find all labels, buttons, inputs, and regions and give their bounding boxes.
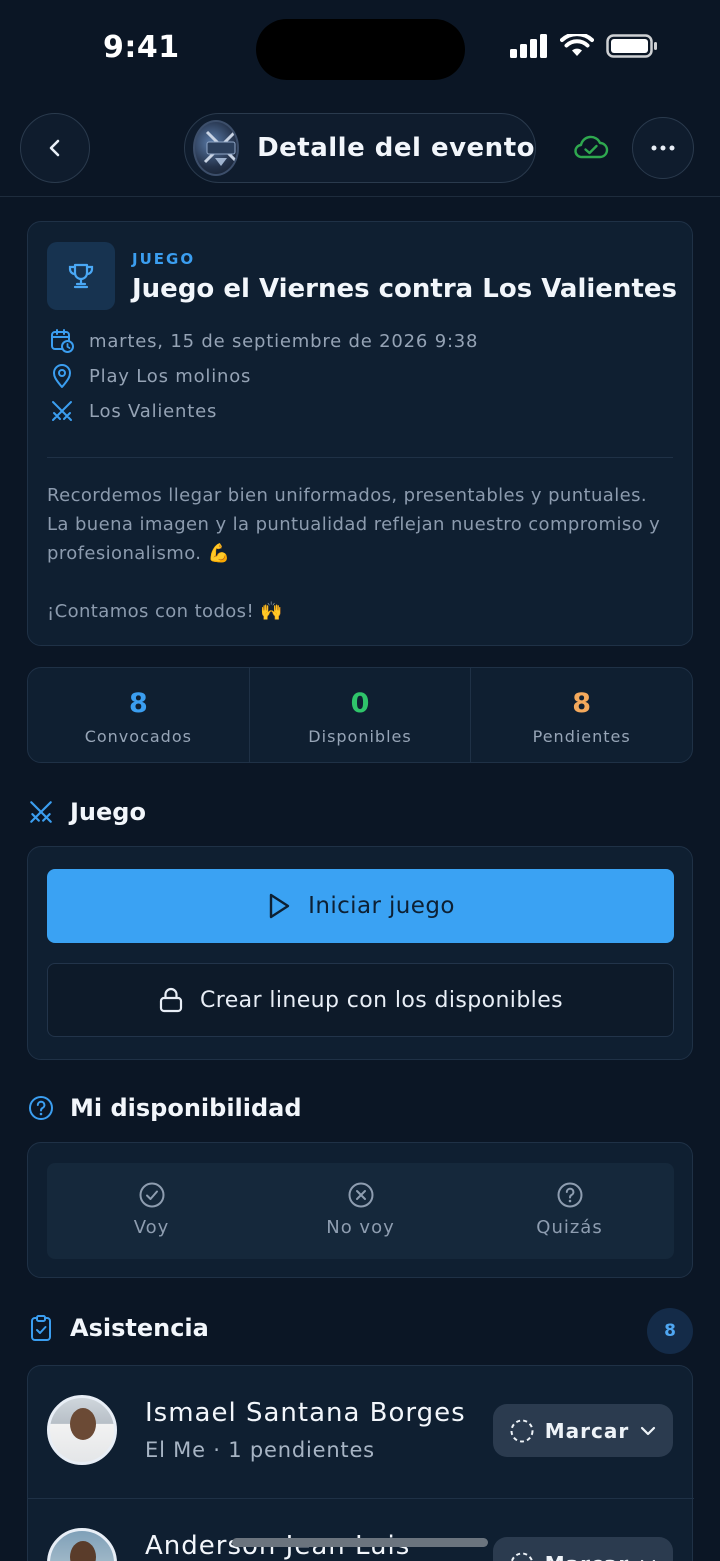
back-button[interactable] <box>20 113 90 183</box>
event-opponent: Los Valientes <box>89 400 218 422</box>
availability-option-voy[interactable]: Voy <box>47 1163 256 1259</box>
stat-value: 8 <box>128 688 148 719</box>
dashed-circle-icon <box>510 1552 533 1561</box>
availability-option-quizas[interactable]: Quizás <box>465 1163 674 1259</box>
question-circle-icon <box>29 1096 53 1120</box>
availability-option-label: Quizás <box>536 1217 603 1238</box>
chevron-left-icon <box>49 139 60 157</box>
stat-convocados: 8 Convocados <box>28 668 250 762</box>
dynamic-island <box>256 19 465 80</box>
more-horizontal-icon <box>651 145 675 151</box>
attendance-stats: 8 Convocados 0 Disponibles 8 Pendientes <box>27 667 693 763</box>
avatar <box>47 1528 117 1561</box>
status-icons <box>510 34 658 58</box>
event-location-row: Play Los molinos <box>47 363 251 389</box>
start-game-button[interactable]: Iniciar juego <box>47 869 674 943</box>
x-circle-icon <box>348 1182 373 1208</box>
play-icon <box>269 893 290 919</box>
section-title-game: Juego <box>27 798 146 826</box>
availability-option-label: Voy <box>133 1217 170 1238</box>
player-subtitle: El Me · 1 pendientes <box>145 1438 375 1462</box>
description-paragraph: Recordemos llegar bien uniformados, pres… <box>47 485 661 564</box>
stat-label: Disponibles <box>308 727 412 746</box>
mark-attendance-button[interactable]: Marcar <box>493 1404 673 1457</box>
crossed-swords-icon <box>52 401 72 421</box>
stat-label: Pendientes <box>532 727 631 746</box>
list-item: Anderson Jean Luis Marcar <box>28 1498 694 1561</box>
availability-option-no-voy[interactable]: No voy <box>256 1163 465 1259</box>
avatar <box>47 1395 117 1465</box>
mark-label: Marcar <box>544 1418 630 1443</box>
event-description: Recordemos llegar bien uniformados, pres… <box>47 481 672 626</box>
battery-icon <box>606 34 657 58</box>
section-title-text: Asistencia <box>70 1314 209 1342</box>
crossed-swords-icon <box>30 801 52 823</box>
team-logo <box>193 120 240 176</box>
event-datetime-row: martes, 15 de septiembre de 2026 9:38 <box>47 328 478 354</box>
trophy-icon <box>68 263 94 289</box>
event-location: Play Los molinos <box>89 365 252 387</box>
player-name: Ismael Santana Borges <box>145 1398 466 1428</box>
question-circle-icon <box>557 1182 582 1208</box>
list-item: Ismael Santana Borges El Me · 1 pendient… <box>28 1366 694 1498</box>
mark-attendance-button[interactable]: Marcar <box>493 1537 673 1561</box>
stat-value: 8 <box>572 688 592 719</box>
map-pin-icon <box>53 364 71 388</box>
status-time: 9:41 <box>103 30 180 65</box>
dashed-circle-icon <box>510 1419 534 1442</box>
chevron-down-icon <box>641 1426 656 1435</box>
event-type-badge <box>47 242 115 310</box>
stat-disponibles: 0 Disponibles <box>250 668 472 762</box>
attendance-list: Ismael Santana Borges El Me · 1 pendient… <box>27 1365 694 1561</box>
description-paragraph: ¡Contamos con todos! 🙌 <box>47 601 284 622</box>
availability-card: Voy No voy Quizás <box>27 1142 693 1278</box>
section-title-availability: Mi disponibilidad <box>27 1094 302 1122</box>
cloud-check-icon <box>574 135 609 159</box>
section-title-attendance: Asistencia <box>27 1314 209 1342</box>
clipboard-check-icon <box>31 1315 51 1341</box>
availability-options: Voy No voy Quizás <box>47 1163 674 1259</box>
status-bar: 9:41 <box>0 0 720 100</box>
stat-value: 0 <box>350 688 370 719</box>
section-title-text: Mi disponibilidad <box>70 1094 302 1122</box>
game-actions-card: Iniciar juego Crear lineup con los dispo… <box>27 846 693 1060</box>
mark-label: Marcar <box>545 1552 629 1561</box>
stat-label: Convocados <box>84 727 192 746</box>
divider <box>47 457 673 458</box>
event-title: Juego el Viernes contra Los Valientes <box>132 274 677 304</box>
page-title: Detalle del evento <box>257 133 535 163</box>
create-lineup-button[interactable]: Crear lineup con los disponibles <box>47 963 674 1037</box>
top-nav-bar: Detalle del evento <box>0 100 720 197</box>
event-opponent-row: Los Valientes <box>47 398 217 424</box>
attendance-count-badge: 8 <box>647 1308 693 1354</box>
event-title-pill[interactable]: Detalle del evento <box>184 113 536 183</box>
event-datetime: martes, 15 de septiembre de 2026 9:38 <box>89 330 479 352</box>
event-type-label: JUEGO <box>132 250 196 268</box>
start-game-label: Iniciar juego <box>308 893 455 919</box>
availability-option-label: No voy <box>326 1217 395 1238</box>
section-title-text: Juego <box>70 798 146 826</box>
signal-icon <box>510 34 547 58</box>
calendar-clock-icon <box>51 329 74 353</box>
more-options-button[interactable] <box>632 117 694 179</box>
chevron-down-icon <box>641 1559 656 1561</box>
event-summary-card: JUEGO Juego el Viernes contra Los Valien… <box>27 221 693 646</box>
home-indicator <box>232 1538 488 1547</box>
lock-icon <box>159 987 183 1013</box>
check-circle-icon <box>139 1182 164 1208</box>
wifi-icon <box>560 34 594 56</box>
create-lineup-label: Crear lineup con los disponibles <box>200 987 563 1013</box>
stat-pendientes: 8 Pendientes <box>471 668 692 762</box>
